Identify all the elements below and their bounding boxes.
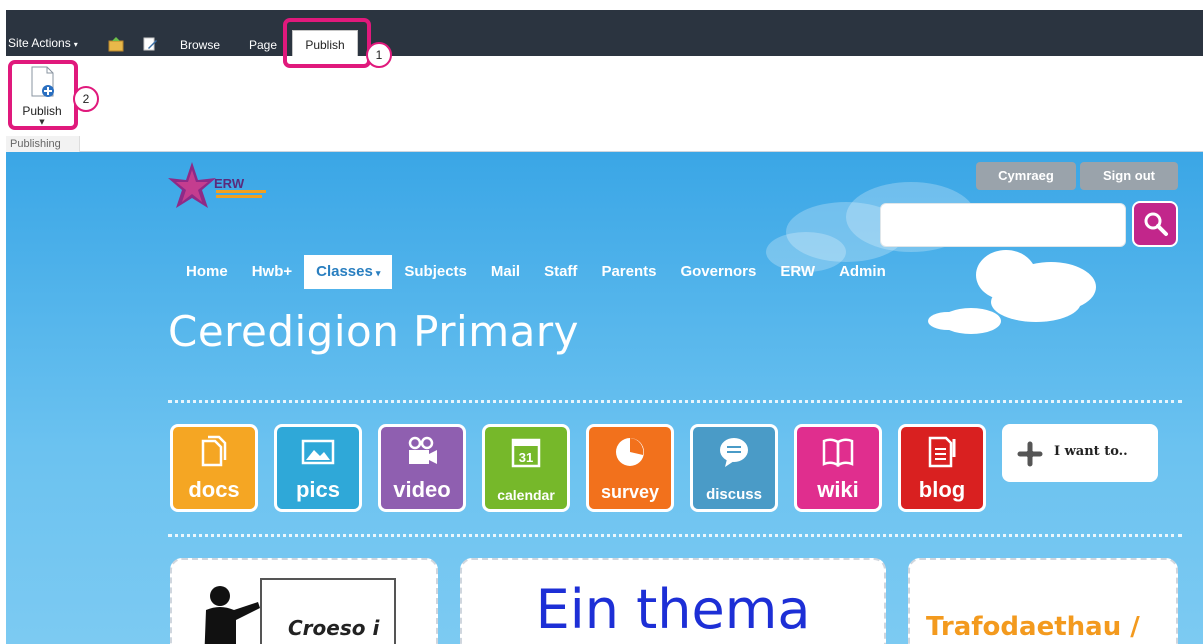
- callout-highlight-1: [283, 18, 371, 68]
- welcome-panel: Croeso i: [170, 558, 438, 644]
- callout-highlight-2: [8, 60, 78, 130]
- crossed-arrows-icon: [1017, 441, 1043, 467]
- site-actions-label: Site Actions: [8, 36, 71, 50]
- tile-video-label: video: [393, 477, 451, 502]
- speech-bubble-icon: [720, 438, 748, 467]
- i-want-to-label: I want to..: [1054, 444, 1128, 459]
- nav-item-home[interactable]: Home: [174, 255, 240, 289]
- tile-survey[interactable]: survey: [586, 424, 674, 512]
- tile-pics-label: pics: [295, 477, 341, 502]
- ribbon: Publish ▼ Publishing: [6, 56, 1203, 152]
- nav-item-admin[interactable]: Admin: [827, 255, 898, 289]
- ribbon-group-label: Publishing: [6, 136, 80, 152]
- nav-item-staff[interactable]: Staff: [532, 255, 589, 289]
- search-button[interactable]: [1132, 201, 1178, 247]
- tile-calendar-label: calendar: [497, 487, 555, 503]
- cloud-decoration: [991, 282, 1081, 322]
- callout-number-1: 1: [366, 42, 392, 68]
- search-input[interactable]: [880, 203, 1126, 247]
- tile-calendar[interactable]: 31 calendar: [482, 424, 570, 512]
- tile-blog-label: blog: [918, 477, 966, 502]
- divider: [168, 534, 1182, 537]
- theme-panel-title: Ein thema: [535, 578, 811, 641]
- divider: [168, 400, 1182, 403]
- nav-item-hwb[interactable]: Hwb+: [240, 255, 304, 289]
- tile-docs-label: docs: [188, 477, 240, 502]
- top-left-menu: Site Actions ▾: [8, 36, 78, 50]
- cloud-decoration: [941, 308, 1001, 334]
- site-page: ERW Cymraeg Sign out Home Hwb+ Classes ▾ …: [6, 152, 1203, 644]
- nav-item-governors[interactable]: Governors: [668, 255, 768, 289]
- nav-item-parents[interactable]: Parents: [589, 255, 668, 289]
- edit-page-icon[interactable]: [142, 36, 158, 52]
- documents-icon: [201, 435, 227, 467]
- tile-blog[interactable]: blog: [898, 424, 986, 512]
- discussions-panel-title: Trafodaethau /: [926, 612, 1140, 642]
- sign-out-button[interactable]: Sign out: [1080, 162, 1178, 190]
- nav-item-subjects[interactable]: Subjects: [392, 255, 479, 289]
- svg-text:31: 31: [519, 450, 533, 465]
- site-actions-menu[interactable]: Site Actions ▾: [8, 36, 78, 50]
- tile-discuss[interactable]: discuss: [690, 424, 778, 512]
- search-icon: [1144, 212, 1168, 236]
- i-want-to-button[interactable]: I want to..: [1002, 424, 1158, 482]
- blog-document-icon: [928, 436, 956, 468]
- navigate-up-icon[interactable]: [108, 36, 124, 52]
- discussions-panel: Trafodaethau /: [908, 558, 1178, 644]
- pie-chart-icon: [616, 438, 644, 466]
- logo-text: ERW: [214, 176, 245, 191]
- chevron-down-icon: ▾: [73, 40, 78, 49]
- tab-browse[interactable]: Browse: [180, 38, 220, 52]
- theme-panel: Ein thema: [460, 558, 886, 644]
- welcome-sign-text: Croeso i: [288, 616, 380, 640]
- callout-number-2: 2: [73, 86, 99, 112]
- chevron-down-icon: ▾: [375, 268, 381, 278]
- pictures-icon: [301, 439, 335, 465]
- video-camera-icon: [408, 436, 437, 464]
- nav-item-erw[interactable]: ERW: [768, 255, 827, 289]
- calendar-icon: 31: [511, 438, 541, 468]
- open-book-icon: [822, 438, 854, 468]
- nav-item-classes-label: Classes: [316, 263, 373, 280]
- nav-item-mail[interactable]: Mail: [479, 255, 532, 289]
- tile-discuss-label: discuss: [706, 486, 762, 503]
- tile-video[interactable]: video: [378, 424, 466, 512]
- tab-page[interactable]: Page: [249, 38, 277, 52]
- cymraeg-button[interactable]: Cymraeg: [976, 162, 1076, 190]
- welcome-sign: Croeso i: [260, 578, 396, 644]
- nav-item-classes[interactable]: Classes ▾: [304, 255, 393, 289]
- tile-survey-label: survey: [600, 482, 660, 502]
- main-nav: Home Hwb+ Classes ▾ Subjects Mail Staff P…: [174, 255, 898, 289]
- site-title: Ceredigion Primary: [168, 307, 579, 356]
- tile-docs[interactable]: docs: [170, 424, 258, 512]
- tile-pics[interactable]: pics: [274, 424, 362, 512]
- tile-wiki[interactable]: wiki: [794, 424, 882, 512]
- tile-wiki-label: wiki: [817, 477, 859, 502]
